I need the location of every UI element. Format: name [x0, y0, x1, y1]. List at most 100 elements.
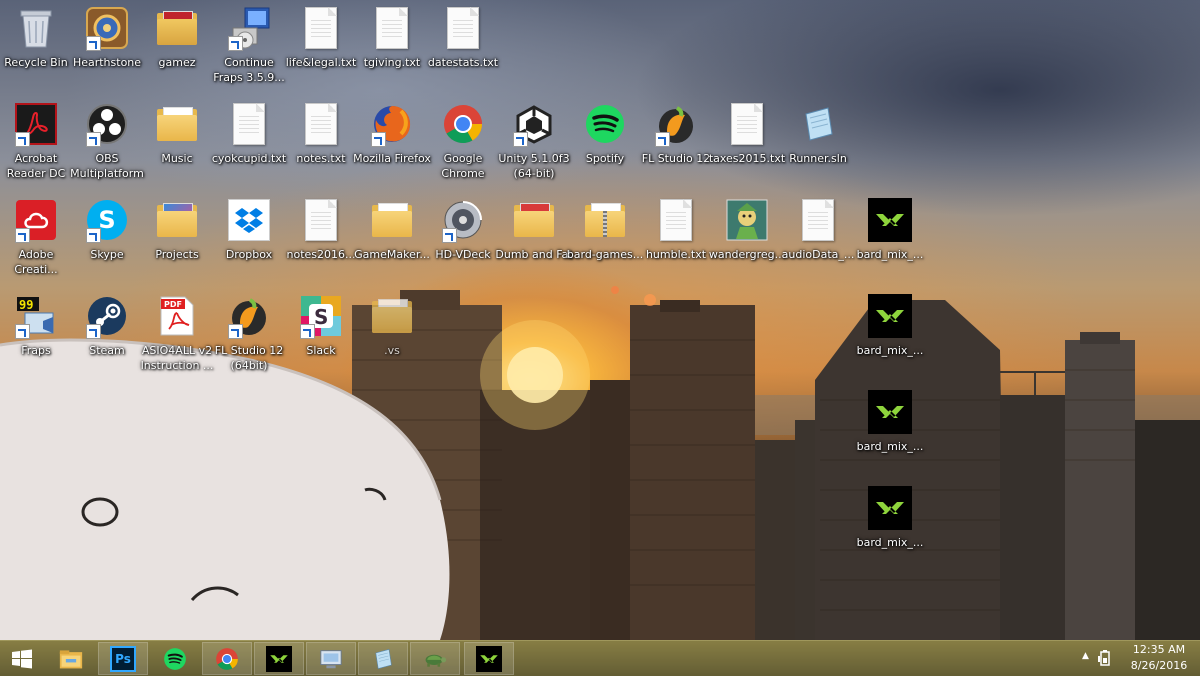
desktop-icon-audiodata[interactable]: audioData_...: [778, 194, 858, 286]
folder-icon: [369, 293, 415, 339]
fl-studio-icon: [226, 293, 272, 339]
desktop-icon-label: Mozilla Firefox: [353, 152, 431, 165]
desktop-icon-tgiving[interactable]: tgiving.txt: [352, 2, 432, 94]
desktop-icon-label: Hearthstone: [72, 56, 142, 69]
obs-icon: [84, 101, 130, 147]
folder-icon: [154, 101, 200, 147]
desktop-icon-asio4all[interactable]: PDF ASIO4ALL v2 Instruction ...: [137, 290, 217, 382]
shortcut-arrow-icon: [86, 36, 101, 51]
desktop-icon-bard-mix-2[interactable]: bard_mix_...: [850, 290, 930, 382]
clock-time[interactable]: 12:35 AM: [1122, 643, 1196, 656]
file-explorer-icon: [59, 647, 83, 671]
taskbar-gamemaker-2[interactable]: [464, 642, 514, 675]
desktop-icon-label: Dumb and Fat: [495, 248, 573, 261]
turtle-icon: [423, 647, 447, 671]
desktop-icon-hd-vdeck[interactable]: HD-VDeck: [423, 194, 503, 286]
battery-icon[interactable]: [1098, 650, 1112, 670]
desktop-icon-hearthstone[interactable]: Hearthstone: [67, 2, 147, 94]
windows-start-icon: [10, 647, 34, 671]
taskbar: Ps ▲ 12:35 AM 8/26/2016: [0, 640, 1200, 676]
desktop-icon-taxes2015[interactable]: taxes2015.txt: [707, 98, 787, 190]
gamemaker-icon: [867, 293, 913, 339]
desktop-icon-label: audioData_...: [781, 248, 855, 261]
shortcut-arrow-icon: [15, 324, 30, 339]
desktop-icon-label: Spotify: [585, 152, 625, 165]
desktop-icon-runner-sln[interactable]: Runner.sln: [778, 98, 858, 190]
desktop-icon-life-legal[interactable]: life&legal.txt: [281, 2, 361, 94]
taskbar-turtle-app[interactable]: [410, 642, 460, 675]
steam-icon: [84, 293, 130, 339]
desktop-icon-fraps[interactable]: 99 Fraps: [0, 290, 76, 382]
desktop-icon-spotify[interactable]: Spotify: [565, 98, 645, 190]
desktop-icon-recycle-bin[interactable]: Recycle Bin: [0, 2, 76, 94]
desktop-icon-dumb-and-fat[interactable]: Dumb and Fat: [494, 194, 574, 286]
taskbar-photoshop[interactable]: Ps: [98, 642, 148, 675]
taskbar-gamemaker[interactable]: [254, 642, 304, 675]
slack-icon: S: [298, 293, 344, 339]
desktop-icon-obs[interactable]: OBS Multiplatform: [67, 98, 147, 190]
desktop-icon-skype[interactable]: S Skype: [67, 194, 147, 286]
desktop-icon-humble[interactable]: humble.txt: [636, 194, 716, 286]
creative-cloud-icon: [13, 197, 59, 243]
desktop-icon-bard-games[interactable]: bard-games...: [565, 194, 645, 286]
desktop-icon-datestats[interactable]: datestats.txt: [423, 2, 503, 94]
desktop-icon-label: Music: [161, 152, 193, 165]
desktop-icon-gamez[interactable]: gamez: [137, 2, 217, 94]
text-file-icon: [298, 197, 344, 243]
desktop-icon-label: cyokcupid.txt: [211, 152, 287, 165]
desktop-icon-unity[interactable]: Unity 5.1.0f3 (64-bit): [494, 98, 574, 190]
desktop-icon-adobe-creative[interactable]: Adobe Creati...: [0, 194, 76, 286]
desktop-icon-notes2016[interactable]: notes2016...: [281, 194, 361, 286]
desktop-icon-dropbox[interactable]: Dropbox: [209, 194, 289, 286]
desktop-icon-label: Recycle Bin: [4, 56, 68, 69]
svg-text:S: S: [314, 305, 328, 329]
desktop-icon-steam[interactable]: Steam: [67, 290, 147, 382]
clock-date[interactable]: 8/26/2016: [1122, 659, 1196, 672]
taskbar-notepad[interactable]: [358, 642, 408, 675]
desktop-icon-wandergreg[interactable]: wandergreg...: [707, 194, 787, 286]
desktop-icon-label: Unity 5.1.0f3 (64-bit): [498, 152, 570, 180]
taskbar-spotify[interactable]: [150, 642, 200, 675]
svg-text:PDF: PDF: [164, 300, 182, 309]
desktop-icon-continue-fraps[interactable]: Continue Fraps 3.5.9...: [209, 2, 289, 94]
unity-icon: [511, 101, 557, 147]
desktop-icon-notes[interactable]: notes.txt: [281, 98, 361, 190]
desktop-icon-gamemaker-folder[interactable]: GameMaker...: [352, 194, 432, 286]
desktop-icon-label: notes2016...: [286, 248, 356, 261]
gamemaker-icon: [266, 645, 292, 672]
desktop-icon-bard-mix-4[interactable]: bard_mix_...: [850, 482, 930, 574]
desktop-icon-fl-studio[interactable]: FL Studio 12: [636, 98, 716, 190]
desktop-icon-label: wandergreg...: [708, 248, 786, 261]
desktop-icon-vs-folder[interactable]: .vs: [352, 290, 432, 382]
desktop-icon-firefox[interactable]: Mozilla Firefox: [352, 98, 432, 190]
folder-icon: [154, 197, 200, 243]
text-file-icon: [653, 197, 699, 243]
notepad-icon: [371, 647, 395, 671]
desktop-icon-cyokcupid[interactable]: cyokcupid.txt: [209, 98, 289, 190]
folder-icon: [154, 5, 200, 51]
desktop-icon-fl-studio-64[interactable]: FL Studio 12 (64bit): [209, 290, 289, 382]
show-hidden-icons-chevron-icon[interactable]: ▲: [1082, 651, 1089, 661]
desktop-icon-chrome[interactable]: Google Chrome: [423, 98, 503, 190]
taskbar-file-explorer[interactable]: [46, 642, 96, 675]
desktop-icon-music[interactable]: Music: [137, 98, 217, 190]
desktop-icon-label: tgiving.txt: [363, 56, 421, 69]
desktop-icon-label: Skype: [90, 248, 124, 261]
shortcut-arrow-icon: [371, 132, 386, 147]
desktop-icon-bard-mix-3[interactable]: bard_mix_...: [850, 386, 930, 478]
desktop-icon-label: ASIO4ALL v2 Instruction ...: [140, 344, 214, 372]
solution-file-icon: [795, 101, 841, 147]
text-file-icon: [795, 197, 841, 243]
desktop-icon-acrobat-reader[interactable]: Acrobat Reader DC: [0, 98, 76, 190]
start-button[interactable]: [0, 642, 44, 675]
desktop-icon-slack[interactable]: S Slack: [281, 290, 361, 382]
desktop-icon-label: FL Studio 12 (64bit): [214, 344, 284, 372]
taskbar-control-panel[interactable]: [306, 642, 356, 675]
desktop-icon-bard-mix-1[interactable]: bard_mix_...: [850, 194, 930, 286]
shortcut-arrow-icon: [86, 132, 101, 147]
desktop-icon-projects[interactable]: Projects: [137, 194, 217, 286]
fl-studio-icon: [653, 101, 699, 147]
control-panel-icon: [319, 647, 343, 671]
taskbar-chrome[interactable]: [202, 642, 252, 675]
spotify-icon: [582, 101, 628, 147]
